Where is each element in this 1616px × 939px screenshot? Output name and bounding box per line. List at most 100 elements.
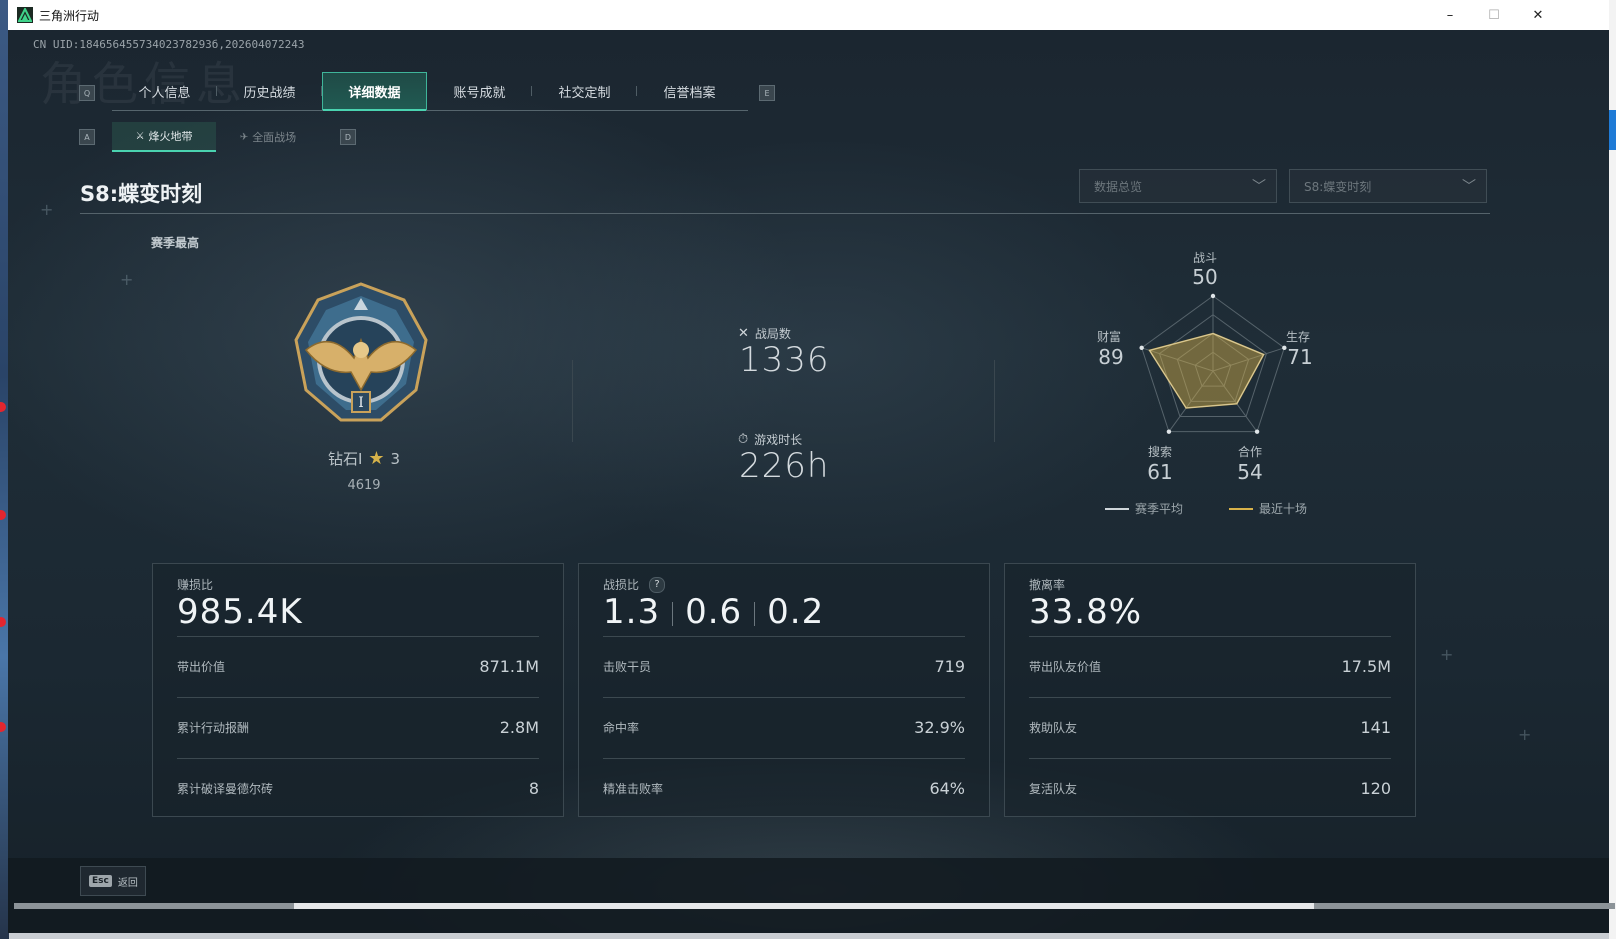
radar-label-search: 搜索 [1147,445,1172,459]
season-best-label: 赛季最高 [151,236,200,250]
player-uid: CN UID:18465645573402378293б,20260407224… [33,38,305,51]
dropdown-value: S8:蝶变时刻 [1304,179,1372,194]
profit-card: 赚损比 985.4K 带出价值 871.1M 累计行动报酬 2.8M 累计破译曼德尔… [152,563,564,817]
subtab-operations[interactable]: ⚔ 烽火地带 [112,122,216,152]
tab-label: 信誉档案 [663,85,716,101]
profit-value: 985.4K [177,592,303,632]
ability-radar-chart: 战斗 50 生存 71 合作 54 搜索 61 财富 89 [1078,245,1358,535]
card-title: 撤离率 [1029,578,1066,592]
legend-label: 赛季平均 [1135,502,1184,516]
window-title: 三角洲行动 [39,8,100,23]
row-value: 32.9% [914,718,965,737]
close-button[interactable]: ✕ [1515,0,1561,30]
rank-stars: 3 [390,450,401,468]
notification-dot [0,722,6,732]
subtab-prev-key[interactable]: A [79,129,95,145]
legend-swatch [1229,507,1253,510]
divider [80,213,1490,214]
row-key: 击败干员 [603,660,652,674]
tab-prev-key[interactable]: Q [79,85,95,101]
row-value: 8 [528,779,539,798]
help-icon[interactable]: ? [649,576,666,593]
radar-value-combat: 50 [1192,265,1218,289]
dropdown-value: 数据总览 [1094,179,1143,194]
divider [994,360,995,442]
row-key: 救助队友 [1029,721,1078,735]
list-item: 命中率 32.9% [603,697,965,757]
decor-cross: + [120,270,134,289]
radar-series-recent [1148,332,1265,409]
tab-label: 个人信息 [138,85,191,101]
radar-vertex [1166,429,1172,434]
operations-icon: ⚔ [135,130,145,142]
radar-value-search: 61 [1147,460,1173,484]
subtab-label: 烽火地带 [148,130,193,143]
mode-subtabs: ⚔ 烽火地带 ✈ 全面战场 [112,122,320,152]
app-logo-icon [17,7,33,23]
crossed-swords-icon: ✕ [738,326,749,341]
list-item: 精准击败率 64% [603,758,965,818]
footer-bar [8,858,1609,933]
back-button[interactable]: Esc 返回 [80,866,146,896]
back-label: 返回 [117,877,138,889]
minimize-button[interactable]: – [1427,0,1473,30]
decor-cross: + [40,200,54,219]
divider [572,360,573,442]
row-value: 64% [929,779,965,798]
rank-badge-icon: I [286,280,436,430]
extract-value: 33.8% [1029,592,1143,632]
tab-next-key[interactable]: E [759,85,775,101]
list-item: 带出队友价值 17.5M [1029,636,1391,696]
radar-label-survival: 生存 [1285,330,1310,344]
row-key: 命中率 [603,721,640,735]
kd-values: 1.3 0.6 0.2 [603,592,824,632]
rank-name: 钻石I ★ 3 [294,448,434,469]
warfare-icon: ✈ [239,131,249,143]
row-value: 120 [1360,779,1391,798]
list-item: 击败干员 719 [603,636,965,696]
subtab-warfare[interactable]: ✈ 全面战场 [216,122,320,152]
row-value: 2.8M [499,718,539,737]
tab-match-history[interactable]: 历史战绩 [217,72,322,110]
chevron-down-icon: ﹀ [1462,179,1476,195]
row-key: 带出队友价值 [1029,660,1102,674]
season-dropdown[interactable]: S8:蝶变时刻 ﹀ [1289,169,1487,203]
list-item: 累计破译曼德尔砖 8 [177,758,539,818]
radar-vertex [1210,293,1216,299]
radar-vertex [1254,429,1260,434]
legend-label: 最近十场 [1259,502,1308,516]
row-value: 719 [934,657,965,676]
row-key: 复活队友 [1029,782,1078,796]
tab-personal-info[interactable]: 个人信息 [112,72,217,110]
matches-value: 1336 [739,340,830,380]
radar-label-cooperation: 合作 [1237,445,1262,459]
title-bar: 三角洲行动 – ☐ ✕ [8,0,1609,30]
card-title: 赚损比 [177,578,214,592]
rank-score: 4619 [347,478,381,493]
chevron-down-icon: ﹀ [1252,179,1266,195]
tab-achievements[interactable]: 账号成就 [427,72,532,110]
season-title: S8:蝶变时刻 [80,182,203,206]
horizontal-scrollbar[interactable] [14,903,1615,909]
esc-key-icon: Esc [89,875,112,887]
tab-social[interactable]: 社交定制 [532,72,637,110]
tab-detailed-data[interactable]: 详细数据 [322,72,427,111]
game-window: 三角洲行动 – ☐ ✕ 角色信息 CN UID:1846564557340237… [8,0,1609,933]
scrollbar-thumb[interactable] [294,903,1314,909]
svg-text:I: I [358,395,364,411]
data-overview-dropdown[interactable]: 数据总览 ﹀ [1079,169,1277,203]
tab-label: 历史战绩 [243,85,296,101]
maximize-button[interactable]: ☐ [1471,0,1517,30]
decor-cross: + [1518,725,1532,744]
tab-credit-record[interactable]: 信誉档案 [637,72,742,110]
kd-card: 战损比 ? 1.3 0.6 0.2 击败干员 719 命中率 32.9% 精准击败率 64… [578,563,990,817]
tab-label: 详细数据 [348,85,401,101]
list-item: 带出价值 871.1M [177,636,539,696]
kd-value-2: 0.6 [685,592,743,632]
subtab-next-key[interactable]: D [340,129,356,145]
list-item: 累计行动报酬 2.8M [177,697,539,757]
row-key: 带出价值 [177,660,226,674]
star-icon: ★ [368,448,385,469]
row-value: 17.5M [1341,657,1391,676]
radar-value-wealth: 89 [1098,345,1124,369]
